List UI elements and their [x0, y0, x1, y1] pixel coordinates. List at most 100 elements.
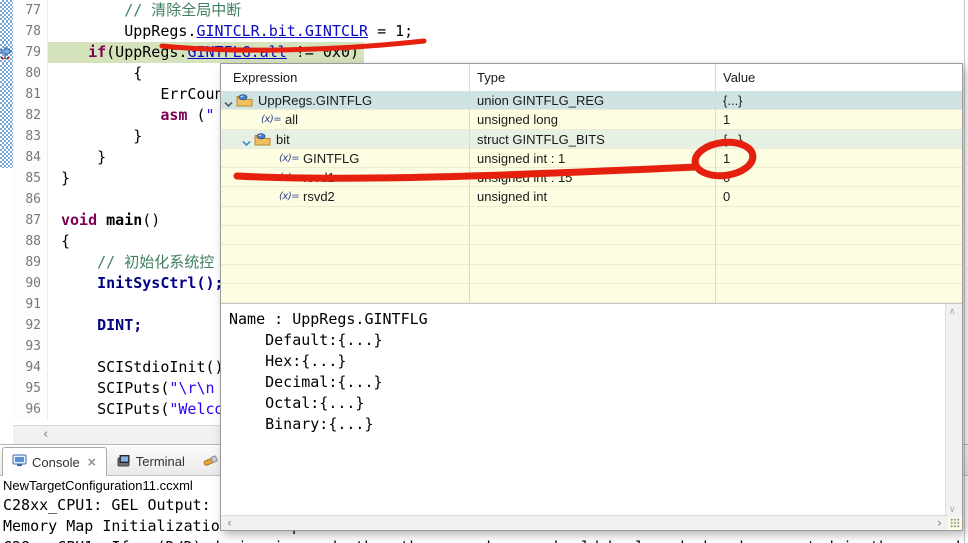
code-token: != 0x0)	[286, 43, 360, 61]
line-number[interactable]: 84	[13, 147, 48, 168]
line-number[interactable]: 94	[13, 357, 48, 378]
variable-icon: (x)=	[279, 172, 300, 184]
code-token: }	[61, 148, 107, 166]
line-number[interactable]: 96	[13, 399, 48, 420]
line-number[interactable]: 77	[13, 0, 48, 21]
scroll-up-icon[interactable]: ∧	[949, 306, 956, 317]
code-text[interactable]: // 清除全局中断	[48, 0, 968, 21]
column-divider[interactable]	[715, 64, 716, 303]
popup-horizontal-scrollbar[interactable]: ‹ ›	[221, 515, 948, 530]
tab-terminal[interactable]: Terminal	[107, 448, 194, 475]
expression-row[interactable]: (x)= all unsigned long 1	[221, 110, 962, 130]
code-token: GINTFLG.all	[187, 43, 287, 61]
variable-icon: (x)=	[279, 152, 300, 164]
expression-row[interactable]: bit struct GINTFLG_BITS {...}	[221, 129, 962, 150]
line-number[interactable]: 89	[13, 252, 48, 273]
line-number[interactable]: 80	[13, 63, 48, 84]
line-number[interactable]: 95	[13, 378, 48, 399]
ruler-column[interactable]	[0, 378, 13, 399]
line-number[interactable]: 87	[13, 210, 48, 231]
ruler-column[interactable]	[0, 168, 13, 189]
column-type[interactable]: Type	[477, 70, 505, 85]
scroll-left-icon[interactable]: ‹	[43, 427, 48, 443]
table-empty-row	[221, 245, 962, 265]
code-token: SCIStdioInit();	[97, 358, 233, 376]
code-token: }	[61, 127, 143, 145]
ruler-column[interactable]	[0, 63, 13, 84]
line-number[interactable]: 86	[13, 189, 48, 210]
line-number[interactable]: 91	[13, 294, 48, 315]
line-number[interactable]: 79	[13, 42, 48, 63]
column-value[interactable]: Value	[723, 70, 755, 85]
ruler-column[interactable]	[0, 273, 13, 294]
code-token: main	[106, 211, 143, 229]
ruler-column[interactable]	[0, 294, 13, 315]
ruler-column[interactable]	[0, 0, 13, 21]
scroll-right-icon[interactable]: ›	[937, 516, 942, 530]
scroll-left-icon[interactable]: ‹	[227, 516, 232, 530]
line-number[interactable]: 90	[13, 273, 48, 294]
resize-grip[interactable]	[950, 518, 960, 528]
scroll-down-icon[interactable]: ∨	[949, 504, 956, 515]
ruler-column[interactable]	[0, 357, 13, 378]
line-number[interactable]: 81	[13, 84, 48, 105]
code-token: if	[88, 43, 107, 61]
code-token: UppRegs.	[124, 22, 197, 40]
expression-row[interactable]: UppRegs.GINTFLG union GINTFLG_REG {...}	[221, 91, 962, 111]
code-line: 78 UppRegs.GINTCLR.bit.GINTCLR = 1;	[0, 21, 968, 42]
ruler-column[interactable]	[0, 84, 13, 105]
ruler-column[interactable]	[0, 189, 13, 210]
line-number[interactable]: 78	[13, 21, 48, 42]
expression-name: UppRegs.GINTFLG	[258, 93, 373, 108]
console-target-label: NewTargetConfiguration11.ccxml	[3, 478, 193, 493]
chevron-down-icon[interactable]	[224, 96, 233, 111]
line-number[interactable]: 88	[13, 231, 48, 252]
expression-row[interactable]: (x)= rsvd1 unsigned int : 15 0	[221, 168, 962, 188]
ruler-column[interactable]	[0, 126, 13, 147]
code-token: GINTCLR.bit.GINTCLR	[196, 22, 369, 40]
expression-table: UppRegs.GINTFLG union GINTFLG_REG {...} (x)…	[221, 91, 962, 304]
detail-vertical-scrollbar[interactable]: ∧ ∨	[945, 304, 962, 517]
expression-type: unsigned int : 15	[477, 170, 573, 186]
line-number[interactable]: 82	[13, 105, 48, 126]
expressions-popup: Expression Type Value UppRegs.GINTFLG uni…	[220, 63, 963, 531]
expression-value: {...}	[723, 131, 743, 147]
line-number[interactable]: 93	[13, 336, 48, 357]
close-icon[interactable]: ×	[87, 456, 97, 468]
code-token: // 初始化系统控	[97, 253, 215, 271]
ruler-column[interactable]	[0, 231, 13, 252]
expression-type: unsigned int : 1	[477, 150, 566, 166]
line-number[interactable]: 92	[13, 315, 48, 336]
chevron-down-icon[interactable]	[242, 135, 251, 150]
ruler-column[interactable]	[0, 147, 13, 168]
code-text[interactable]: if(UppRegs.GINTFLG.all != 0x0)	[48, 42, 968, 63]
value-detail-text: Name : UppRegs.GINTFLG Default:{...} Hex…	[229, 310, 428, 433]
ruler-column[interactable]	[0, 21, 13, 42]
expression-value: 0	[723, 189, 731, 205]
tab-console[interactable]: Console ×	[2, 447, 107, 476]
expression-row[interactable]: (x)= rsvd2 unsigned int 0	[221, 187, 962, 207]
instruction-pointer-ruler[interactable]	[0, 42, 13, 63]
table-empty-row	[221, 284, 962, 304]
ruler-column[interactable]	[0, 252, 13, 273]
code-token: = 1;	[368, 22, 414, 40]
code-text[interactable]: UppRegs.GINTCLR.bit.GINTCLR = 1;	[48, 21, 968, 42]
line-number[interactable]: 83	[13, 126, 48, 147]
column-divider[interactable]	[469, 64, 470, 303]
ruler-column[interactable]	[0, 210, 13, 231]
terminal-icon	[116, 454, 131, 470]
expression-row[interactable]: (x)= GINTFLG unsigned int : 1 1	[221, 149, 962, 169]
ruler-column[interactable]	[0, 315, 13, 336]
ruler-column[interactable]	[0, 105, 13, 126]
code-token: SCIPuts(	[97, 400, 170, 418]
expression-value: 1	[723, 150, 731, 166]
column-expression[interactable]: Expression	[233, 70, 297, 85]
line-number[interactable]: 85	[13, 168, 48, 189]
ruler-column[interactable]	[0, 336, 13, 357]
code-token: void	[61, 211, 98, 229]
ruler-column[interactable]	[0, 399, 13, 420]
